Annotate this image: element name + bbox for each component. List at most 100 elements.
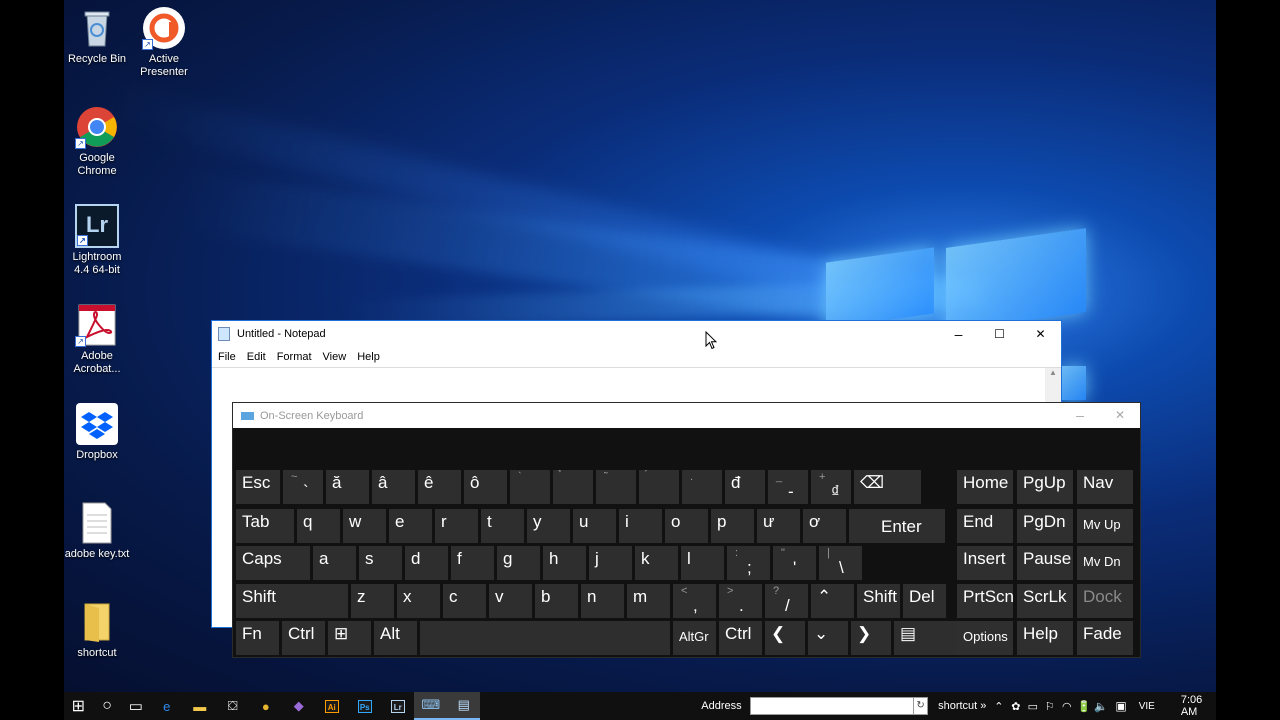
minimize-button[interactable]: – bbox=[1060, 403, 1100, 428]
osk-key[interactable]: Ctrl bbox=[719, 621, 762, 655]
osk-key[interactable]: x bbox=[397, 584, 440, 618]
osk-nav-key[interactable]: Fade bbox=[1077, 621, 1133, 655]
osk-nav-key[interactable]: PgDn bbox=[1017, 509, 1073, 543]
osk-key[interactable]: i bbox=[619, 509, 662, 543]
osk-key[interactable]: ơ bbox=[803, 509, 846, 543]
taskbar-app-button[interactable]: Ai bbox=[315, 692, 348, 720]
osk-key[interactable]: r bbox=[435, 509, 478, 543]
osk-key[interactable]: k bbox=[635, 546, 678, 580]
osk-key[interactable]: Ctrl bbox=[282, 621, 325, 655]
flag-tray-icon[interactable]: ⚐ bbox=[1041, 700, 1058, 713]
display-tray-icon[interactable]: ▭ bbox=[1024, 700, 1041, 713]
osk-key[interactable]: h bbox=[543, 546, 586, 580]
app-tray-icon[interactable]: ✿ bbox=[1007, 700, 1024, 713]
osk-key[interactable]: Esc bbox=[236, 470, 280, 504]
osk-nav-key[interactable]: PgUp bbox=[1017, 470, 1073, 504]
osk-key[interactable]: ô bbox=[464, 470, 507, 504]
menu-format[interactable]: Format bbox=[277, 351, 312, 363]
osk-key[interactable]: q bbox=[297, 509, 340, 543]
osk-key[interactable]: m bbox=[627, 584, 670, 618]
osk-key[interactable]: Shift bbox=[857, 584, 900, 618]
osk-key[interactable]: Del bbox=[903, 584, 946, 618]
osk-key[interactable]: . bbox=[682, 470, 722, 504]
osk-key[interactable]: _ - bbox=[768, 470, 808, 504]
osk-nav-key[interactable]: Mv Dn bbox=[1077, 546, 1133, 580]
osk-nav-key[interactable]: Options bbox=[957, 621, 1013, 655]
shortcut-toolbar-label[interactable]: shortcut bbox=[938, 700, 977, 712]
osk-key[interactable]: Fn bbox=[236, 621, 279, 655]
osk-nav-key[interactable]: Mv Up bbox=[1077, 509, 1133, 543]
osk-key[interactable]: Tab bbox=[236, 509, 294, 543]
osk-key[interactable]: v bbox=[489, 584, 532, 618]
volume-icon[interactable]: 🔈 bbox=[1092, 700, 1109, 713]
taskbar-app-button[interactable]: ◆ bbox=[282, 692, 315, 720]
refresh-icon[interactable]: ↻ bbox=[914, 697, 929, 715]
maximize-button[interactable]: ☐ bbox=[979, 321, 1020, 347]
osk-key[interactable]: AltGr bbox=[673, 621, 716, 655]
osk-key[interactable]: f bbox=[451, 546, 494, 580]
desktop-icon-shortcut-folder[interactable]: shortcut bbox=[57, 600, 137, 660]
minimize-button[interactable]: – bbox=[938, 321, 979, 347]
menu-help[interactable]: Help bbox=[357, 351, 380, 363]
taskbar-app-button[interactable]: ● bbox=[249, 692, 282, 720]
osk-key[interactable]: ̉ bbox=[553, 470, 593, 504]
osk-nav-key[interactable]: Home bbox=[957, 470, 1013, 504]
on-screen-keyboard-window[interactable]: On-Screen Keyboard – ✕ Esc~`ăâêô`̉̃́.đ_-… bbox=[232, 402, 1141, 658]
desktop-icon-google-chrome[interactable]: ↗ Google Chrome bbox=[57, 105, 137, 178]
osk-key[interactable]: Alt bbox=[374, 621, 417, 655]
osk-key[interactable]: Shift bbox=[236, 584, 348, 618]
osk-nav-key[interactable]: End bbox=[957, 509, 1013, 543]
action-center-icon[interactable]: ▣ bbox=[1115, 699, 1126, 713]
osk-key[interactable]: ❯ bbox=[851, 621, 891, 655]
osk-key[interactable]: ư bbox=[757, 509, 800, 543]
osk-key[interactable]: o bbox=[665, 509, 708, 543]
osk-key[interactable]: z bbox=[351, 584, 394, 618]
notepad-titlebar[interactable]: Untitled - Notepad bbox=[212, 321, 1061, 347]
osk-key[interactable]: ` bbox=[510, 470, 550, 504]
battery-icon[interactable]: 🔋 bbox=[1075, 700, 1092, 713]
osk-nav-key[interactable]: Pause bbox=[1017, 546, 1073, 580]
language-indicator[interactable]: VIE bbox=[1139, 701, 1155, 712]
osk-key[interactable]: <, bbox=[673, 584, 716, 618]
wifi-icon[interactable]: ◠ bbox=[1058, 700, 1075, 713]
osk-key[interactable]: p bbox=[711, 509, 754, 543]
osk-key[interactable]: ⊞ bbox=[328, 621, 371, 655]
menu-file[interactable]: File bbox=[218, 351, 236, 363]
osk-key[interactable]: b bbox=[535, 584, 578, 618]
osk-key[interactable]: j bbox=[589, 546, 632, 580]
osk-key[interactable]: :; bbox=[727, 546, 770, 580]
osk-nav-key[interactable]: Dock bbox=[1077, 584, 1133, 618]
osk-key[interactable]: l bbox=[681, 546, 724, 580]
osk-key[interactable]: ~ ` bbox=[283, 470, 323, 504]
menu-edit[interactable]: Edit bbox=[247, 351, 266, 363]
show-hidden-icons-icon[interactable]: ⌃ bbox=[990, 700, 1007, 713]
taskbar-app-button[interactable]: ▤ bbox=[447, 692, 481, 720]
taskbar-app-button[interactable]: Ps bbox=[348, 692, 381, 720]
osk-key[interactable]: " ' bbox=[773, 546, 816, 580]
taskbar-app-button[interactable]: Lr bbox=[381, 692, 414, 720]
osk-key[interactable]: ⌄ bbox=[808, 621, 848, 655]
clock[interactable]: 7:06 AM bbox=[1181, 694, 1216, 718]
osk-key[interactable]: ă bbox=[326, 470, 369, 504]
osk-key[interactable]: Caps bbox=[236, 546, 310, 580]
taskbar-app-button[interactable]: ⌨ bbox=[414, 692, 448, 720]
osk-key[interactable]: â bbox=[372, 470, 415, 504]
desktop-icon-dropbox[interactable]: Dropbox bbox=[57, 402, 137, 462]
osk-key[interactable]: ⌃ bbox=[811, 584, 854, 618]
osk-key[interactable]: >. bbox=[719, 584, 762, 618]
close-button[interactable]: ✕ bbox=[1020, 321, 1061, 347]
osk-key[interactable]: đ bbox=[725, 470, 765, 504]
osk-key[interactable]: c bbox=[443, 584, 486, 618]
desktop-icon-adobe-key-txt[interactable]: adobe key.txt bbox=[57, 501, 137, 561]
osk-nav-key[interactable]: Insert bbox=[957, 546, 1013, 580]
start-button[interactable]: ⊞ bbox=[64, 692, 93, 720]
menu-view[interactable]: View bbox=[323, 351, 347, 363]
osk-key[interactable]: t bbox=[481, 509, 524, 543]
osk-titlebar[interactable]: On-Screen Keyboard bbox=[233, 403, 1140, 428]
osk-key[interactable]: y bbox=[527, 509, 570, 543]
osk-key[interactable]: s bbox=[359, 546, 402, 580]
osk-key[interactable]: Enter bbox=[849, 509, 945, 543]
osk-key[interactable]: ❮ bbox=[765, 621, 805, 655]
osk-key[interactable]: w bbox=[343, 509, 386, 543]
taskbar-app-button[interactable]: ⛋ bbox=[216, 692, 249, 720]
